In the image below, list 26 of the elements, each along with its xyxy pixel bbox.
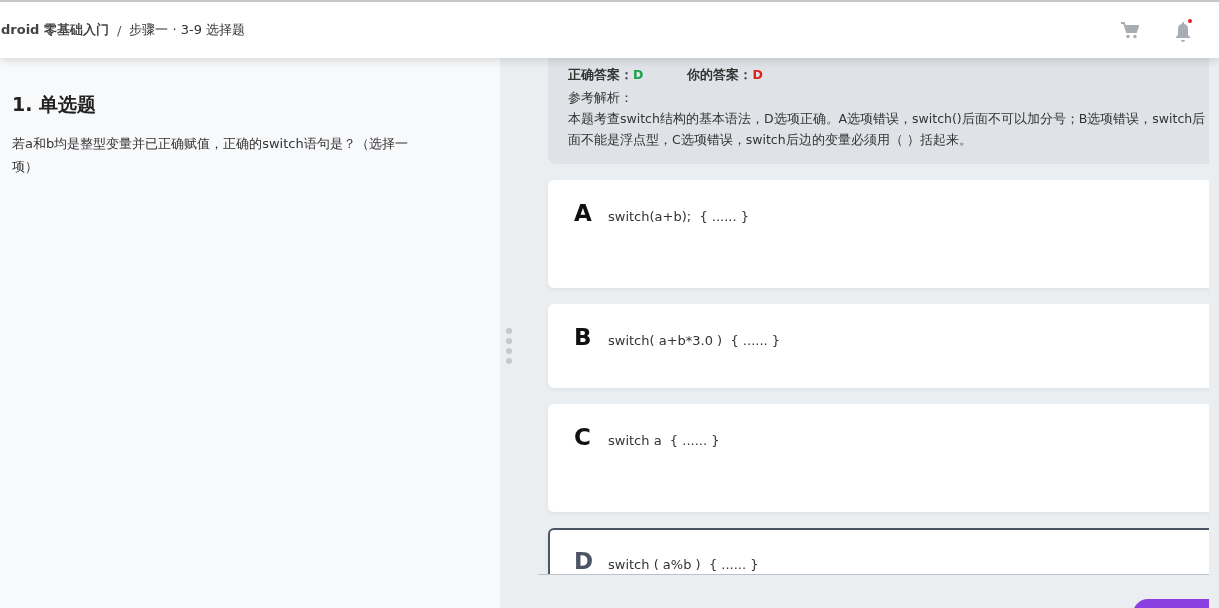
option-text: switch a { ...... } (608, 433, 720, 448)
question-text: 若a和b均是整型变量并已正确赋值，正确的switch语句是？（选择一项） (12, 135, 409, 176)
answer-value: D (752, 67, 763, 82)
option-card[interactable]: D switch ( a%b ) { ...... } (548, 528, 1209, 574)
option-text: switch( a+b*3.0 ) { ...... } (608, 333, 781, 348)
option-letter: B (574, 324, 593, 350)
breadcrumb-link[interactable]: 步骤一 · 3-9 选择题 (129, 21, 246, 39)
option-text: switch(a+b); { ...... } (608, 209, 749, 224)
option-letter: C (574, 424, 592, 450)
option-card[interactable]: B switch( a+b*3.0 ) { ...... } (548, 304, 1209, 388)
option-letter: D (574, 548, 594, 574)
answer-value: D (633, 67, 644, 82)
question-title: 1. 单选题 (12, 92, 98, 117)
explanation-text: 本题考查switch结构的基本语法，D选项正确。A选项错误，switch()后面不可以加分号；B选项错误，switch后面不能是浮点型，C选项错误，switch后边的变量必须用（ ）括起来。 (568, 110, 1207, 149)
option-card[interactable]: A switch(a+b); { ...... } (548, 180, 1209, 288)
answer-label: 你的答案： (687, 67, 753, 82)
option-text: switch ( a%b ) { ...... } (608, 557, 759, 572)
bell-icon[interactable] (1173, 18, 1193, 42)
breadcrumb-separator: / (116, 22, 122, 38)
breadcrumb-link[interactable]: droid 零基础入门 (1, 21, 109, 39)
cart-icon[interactable] (1121, 21, 1139, 39)
drag-handle-icon[interactable] (506, 328, 512, 364)
answer-label: 正确答案： (568, 67, 633, 82)
option-card[interactable]: C switch a { ...... } (548, 404, 1209, 512)
option-letter: A (574, 200, 593, 226)
explanation-label: 参考解析： (568, 89, 634, 107)
